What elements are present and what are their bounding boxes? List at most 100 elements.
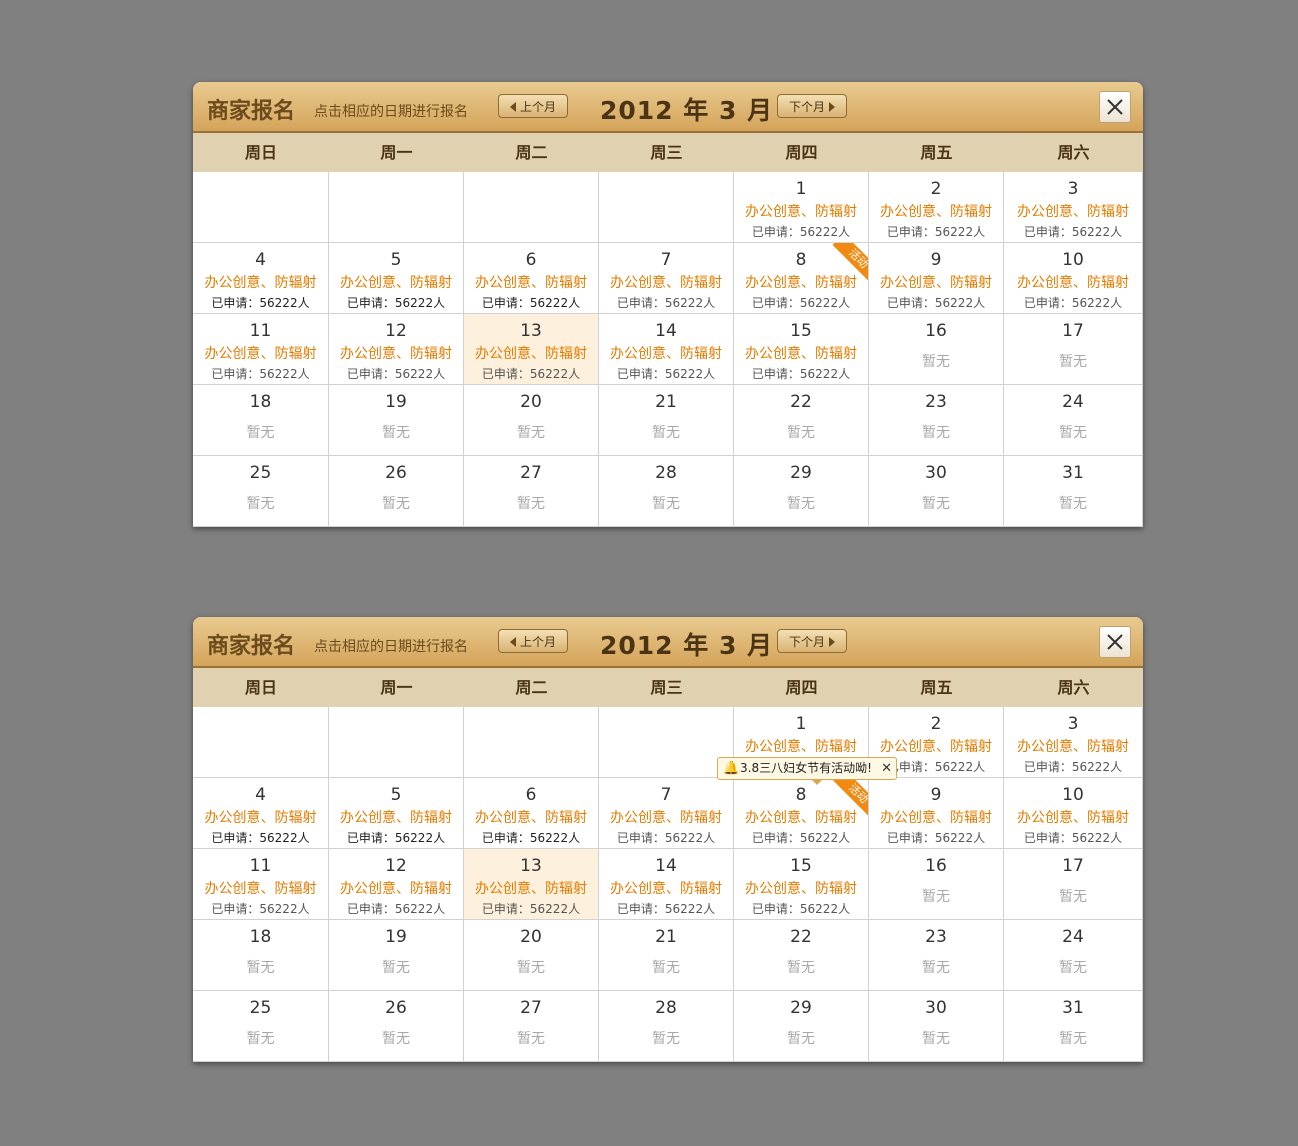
day-cell-7[interactable]: 7 办公创意、防辐射 已申请：56222人 [599, 778, 734, 849]
day-cell-5[interactable]: 5 办公创意、防辐射 已申请：56222人 [329, 778, 464, 849]
applied-count: 已申请：56222人 [751, 902, 851, 916]
day-number: 9 [930, 785, 942, 805]
event-category[interactable]: 办公创意、防辐射 [1004, 201, 1142, 221]
event-category[interactable]: 办公创意、防辐射 [869, 272, 1003, 292]
day-cell-3[interactable]: 3 办公创意、防辐射 已申请：56222人 [1004, 707, 1143, 778]
day-cell-10[interactable]: 10 办公创意、防辐射 已申请：56222人 [1004, 778, 1143, 849]
event-category[interactable]: 办公创意、防辐射 [734, 736, 868, 756]
event-category[interactable]: 办公创意、防辐射 [193, 878, 328, 898]
day-cell-10[interactable]: 10 办公创意、防辐射 已申请：56222人 [1004, 243, 1143, 314]
day-cell-26[interactable]: 26 暂无 [329, 456, 464, 527]
day-cell-26[interactable]: 26 暂无 [329, 991, 464, 1062]
day-cell-22[interactable]: 22 暂无 [734, 385, 869, 456]
day-cell-29[interactable]: 29 暂无 [734, 456, 869, 527]
event-category[interactable]: 办公创意、防辐射 [464, 878, 598, 898]
event-category[interactable]: 办公创意、防辐射 [599, 878, 733, 898]
day-cell-24[interactable]: 24 暂无 [1004, 920, 1143, 991]
event-category[interactable]: 办公创意、防辐射 [734, 201, 868, 221]
day-cell-12[interactable]: 12 办公创意、防辐射 已申请：56222人 [329, 314, 464, 385]
day-cell-24[interactable]: 24 暂无 [1004, 385, 1143, 456]
close-button[interactable] [1099, 626, 1131, 658]
tooltip-close-icon[interactable]: ✕ [881, 758, 892, 779]
day-cell-14[interactable]: 14 办公创意、防辐射 已申请：56222人 [599, 314, 734, 385]
event-category[interactable]: 办公创意、防辐射 [1004, 272, 1142, 292]
day-cell-31[interactable]: 31 暂无 [1004, 456, 1143, 527]
day-cell-9[interactable]: 9 办公创意、防辐射 已申请：56222人 [869, 243, 1004, 314]
event-category[interactable]: 办公创意、防辐射 [599, 807, 733, 827]
day-cell-14[interactable]: 14 办公创意、防辐射 已申请：56222人 [599, 849, 734, 920]
day-cell-17[interactable]: 17 暂无 [1004, 849, 1143, 920]
day-cell-13[interactable]: 13 办公创意、防辐射 已申请：56222人 [464, 314, 599, 385]
day-cell-19[interactable]: 19 暂无 [329, 385, 464, 456]
day-cell-17[interactable]: 17 暂无 [1004, 314, 1143, 385]
prev-month-button[interactable]: 上个月 [498, 94, 568, 118]
day-cell-18[interactable]: 18 暂无 [193, 385, 329, 456]
day-cell-13[interactable]: 13 办公创意、防辐射 已申请：56222人 [464, 849, 599, 920]
day-cell-22[interactable]: 22 暂无 [734, 920, 869, 991]
day-cell-28[interactable]: 28 暂无 [599, 456, 734, 527]
day-cell-1[interactable]: 1办公创意、防辐射已申请：56222人 [734, 172, 869, 243]
event-category[interactable]: 办公创意、防辐射 [464, 343, 598, 363]
day-cell-3[interactable]: 3 办公创意、防辐射 已申请：56222人 [1004, 172, 1143, 243]
event-category[interactable]: 办公创意、防辐射 [193, 343, 328, 363]
event-category[interactable]: 办公创意、防辐射 [599, 272, 733, 292]
day-cell-20[interactable]: 20 暂无 [464, 920, 599, 991]
day-cell-9[interactable]: 9 办公创意、防辐射 已申请：56222人 [869, 778, 1004, 849]
day-cell-16[interactable]: 16 暂无 [869, 849, 1004, 920]
event-category[interactable]: 办公创意、防辐射 [193, 272, 328, 292]
event-category[interactable]: 办公创意、防辐射 [464, 807, 598, 827]
day-cell-27[interactable]: 27 暂无 [464, 456, 599, 527]
event-category[interactable]: 办公创意、防辐射 [869, 201, 1003, 221]
day-cell-25[interactable]: 25 暂无 [193, 456, 329, 527]
weekday-header: 周日 [244, 143, 277, 162]
event-category[interactable]: 办公创意、防辐射 [869, 807, 1003, 827]
day-cell-20[interactable]: 20 暂无 [464, 385, 599, 456]
arrow-left-icon [509, 102, 516, 112]
close-button[interactable] [1099, 91, 1131, 123]
day-cell-2[interactable]: 2 办公创意、防辐射 已申请：56222人 [869, 172, 1004, 243]
day-cell-23[interactable]: 23 暂无 [869, 385, 1004, 456]
prev-month-button[interactable]: 上个月 [498, 629, 568, 653]
day-cell-8[interactable]: 8 办公创意、防辐射 已申请：56222人 活动 [734, 243, 869, 314]
event-category[interactable]: 办公创意、防辐射 [329, 878, 463, 898]
event-category[interactable]: 办公创意、防辐射 [1004, 807, 1142, 827]
day-cell-27[interactable]: 27 暂无 [464, 991, 599, 1062]
day-cell-5[interactable]: 5 办公创意、防辐射 已申请：56222人 [329, 243, 464, 314]
day-cell-12[interactable]: 12 办公创意、防辐射 已申请：56222人 [329, 849, 464, 920]
event-category[interactable]: 办公创意、防辐射 [329, 343, 463, 363]
day-cell-23[interactable]: 23 暂无 [869, 920, 1004, 991]
event-category[interactable]: 办公创意、防辐射 [599, 343, 733, 363]
event-category[interactable]: 办公创意、防辐射 [329, 807, 463, 827]
day-cell-11[interactable]: 11 办公创意、防辐射 已申请：56222人 [193, 849, 329, 920]
day-cell-15[interactable]: 15 办公创意、防辐射 已申请：56222人 [734, 314, 869, 385]
day-cell-18[interactable]: 18 暂无 [193, 920, 329, 991]
event-category[interactable]: 办公创意、防辐射 [734, 878, 868, 898]
day-cell-29[interactable]: 29 暂无 [734, 991, 869, 1062]
day-cell-30[interactable]: 30 暂无 [869, 456, 1004, 527]
day-cell-16[interactable]: 16 暂无 [869, 314, 1004, 385]
day-cell-21[interactable]: 21 暂无 [599, 385, 734, 456]
event-category[interactable]: 办公创意、防辐射 [734, 343, 868, 363]
event-category[interactable]: 办公创意、防辐射 [1004, 736, 1142, 756]
day-cell-8[interactable]: 8 办公创意、防辐射 已申请：56222人 活动 [734, 778, 869, 849]
day-cell-21[interactable]: 21 暂无 [599, 920, 734, 991]
event-category[interactable]: 办公创意、防辐射 [329, 272, 463, 292]
day-cell-30[interactable]: 30 暂无 [869, 991, 1004, 1062]
day-cell-15[interactable]: 15 办公创意、防辐射 已申请：56222人 [734, 849, 869, 920]
day-cell-4[interactable]: 4 办公创意、防辐射 已申请：56222人 [193, 778, 329, 849]
day-cell-25[interactable]: 25 暂无 [193, 991, 329, 1062]
day-cell-6[interactable]: 6 办公创意、防辐射 已申请：56222人 [464, 243, 599, 314]
day-cell-6[interactable]: 6 办公创意、防辐射 已申请：56222人 [464, 778, 599, 849]
day-cell-4[interactable]: 4 办公创意、防辐射 已申请：56222人 [193, 243, 329, 314]
next-month-button[interactable]: 下个月 [777, 94, 847, 118]
day-cell-7[interactable]: 7 办公创意、防辐射 已申请：56222人 [599, 243, 734, 314]
event-category[interactable]: 办公创意、防辐射 [869, 736, 1003, 756]
day-cell-28[interactable]: 28 暂无 [599, 991, 734, 1062]
day-cell-31[interactable]: 31 暂无 [1004, 991, 1143, 1062]
next-month-button[interactable]: 下个月 [777, 629, 847, 653]
day-cell-19[interactable]: 19 暂无 [329, 920, 464, 991]
day-number: 27 [520, 463, 542, 483]
event-category[interactable]: 办公创意、防辐射 [193, 807, 328, 827]
day-cell-11[interactable]: 11 办公创意、防辐射 已申请：56222人 [193, 314, 329, 385]
event-category[interactable]: 办公创意、防辐射 [464, 272, 598, 292]
